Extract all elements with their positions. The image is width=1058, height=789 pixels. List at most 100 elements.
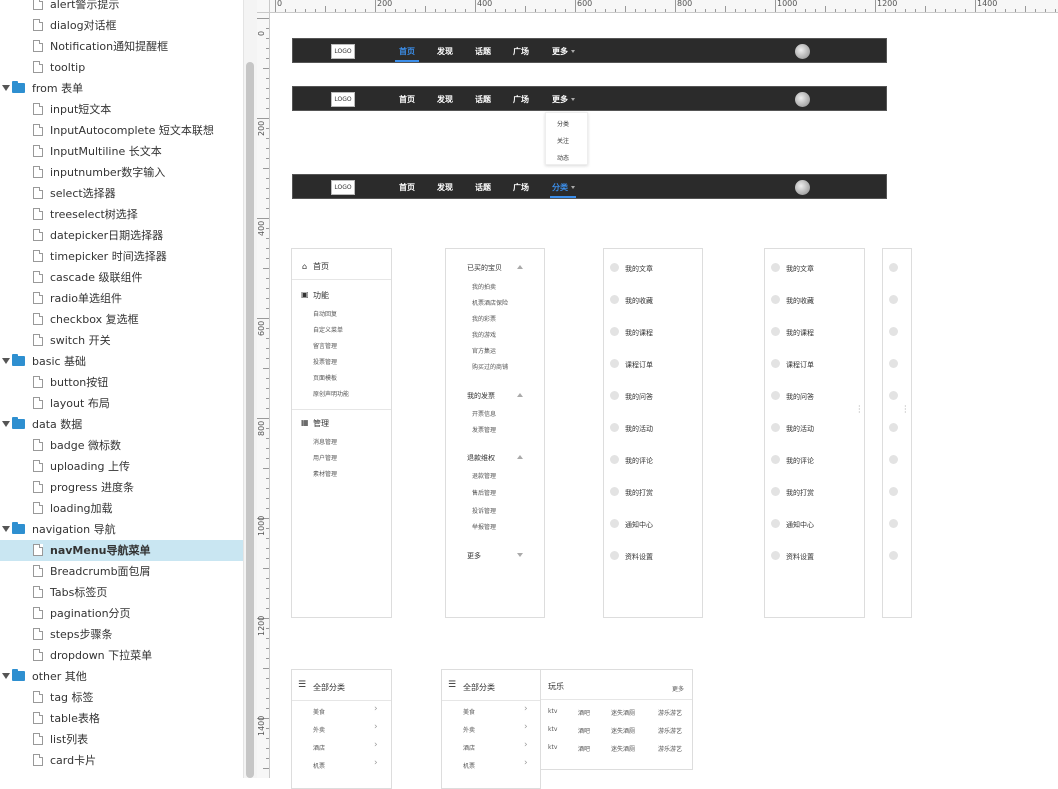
tree-file[interactable]: InputAutocomplete 短文本联想 — [0, 120, 243, 141]
menu-sub-item[interactable]: 发票管理 — [472, 425, 496, 434]
nav-item-more[interactable]: 更多 — [552, 39, 575, 64]
tree-file[interactable]: tooltip — [0, 57, 243, 78]
flyout-link[interactable]: 酒吧 — [578, 708, 590, 717]
menu-item-home[interactable]: 首页 — [313, 261, 329, 272]
tree-file[interactable]: layout 布局 — [0, 393, 243, 414]
dropdown-item-follow[interactable]: 关注 — [557, 136, 569, 145]
menu-item-icon[interactable] — [889, 487, 898, 496]
menu-item[interactable]: 通知中心 — [625, 520, 653, 530]
menu-item-icon[interactable] — [889, 359, 898, 368]
flyout-link[interactable]: ktv — [548, 726, 557, 733]
tree-file[interactable]: Breadcrumb面包屑 — [0, 561, 243, 582]
menu-sub-item[interactable]: 我的游戏 — [472, 330, 496, 339]
tree-file[interactable]: alert警示提示 — [0, 0, 243, 15]
tree-file[interactable]: badge 微标数 — [0, 435, 243, 456]
chevron-up-icon[interactable] — [517, 393, 523, 397]
tree-file[interactable]: uploading 上传 — [0, 456, 243, 477]
nav-item-square[interactable]: 广场 — [513, 39, 529, 64]
menu-item-icon[interactable] — [889, 519, 898, 528]
vertical-ruler[interactable]: 0 200 400 600 800 1000 1200 1400 — [257, 13, 270, 778]
chevron-right-icon[interactable]: › — [374, 758, 378, 768]
menu-item-icon[interactable] — [610, 487, 619, 496]
chevron-right-icon[interactable]: › — [374, 722, 378, 732]
menu-sub-item[interactable]: 购买过的商铺 — [472, 362, 508, 371]
tree-file[interactable]: timepicker 时间选择器 — [0, 246, 243, 267]
nav-item-discover[interactable]: 发现 — [437, 39, 453, 64]
tree-file[interactable]: button按钮 — [0, 372, 243, 393]
dropdown-item-activity[interactable]: 动态 — [557, 153, 569, 162]
menu-item[interactable]: 我的活动 — [786, 424, 814, 434]
menu-item-icon[interactable] — [889, 423, 898, 432]
category-item[interactable]: 酒店 — [463, 743, 475, 752]
flyout-link[interactable]: 游乐游艺 — [658, 744, 682, 753]
flyout-link[interactable]: 迷失酒厕 — [611, 708, 635, 717]
menu-sub-item[interactable]: 举报管理 — [472, 522, 496, 531]
disclosure-triangle-icon[interactable] — [2, 85, 10, 91]
sidebar-scrollbar-thumb[interactable] — [246, 62, 254, 778]
tree-file[interactable]: input短文本 — [0, 99, 243, 120]
flyout-link[interactable]: 游乐游艺 — [658, 708, 682, 717]
menu-item[interactable]: 我的问答 — [625, 392, 653, 402]
tree-file[interactable]: table表格 — [0, 708, 243, 729]
tree-file[interactable]: cascade 级联组件 — [0, 267, 243, 288]
chevron-right-icon[interactable]: › — [524, 758, 528, 768]
menu-item-icon[interactable] — [771, 391, 780, 400]
tree-file[interactable]: tag 标签 — [0, 687, 243, 708]
menu-item[interactable]: 资料设置 — [625, 552, 653, 562]
chevron-right-icon[interactable]: › — [524, 704, 528, 714]
menu-item[interactable]: 我的文章 — [786, 264, 814, 274]
menu-item-icon[interactable] — [771, 423, 780, 432]
menu-item-icon[interactable] — [610, 519, 619, 528]
tree-file[interactable]: switch 开关 — [0, 330, 243, 351]
menu-sub-item[interactable]: 页面模板 — [313, 373, 337, 382]
menu-item-icon[interactable] — [889, 391, 898, 400]
category-item[interactable]: 美食 — [463, 707, 475, 716]
tree-file[interactable]: dropdown 下拉菜单 — [0, 645, 243, 666]
menu-item-icon[interactable] — [610, 551, 619, 560]
tree-file[interactable]: dialog对话框 — [0, 15, 243, 36]
dropdown-item-category[interactable]: 分类 — [557, 119, 569, 128]
tree-file[interactable]: Tabs标签页 — [0, 582, 243, 603]
menu-item-icon[interactable] — [889, 455, 898, 464]
menu-item[interactable]: 我的文章 — [625, 264, 653, 274]
chevron-right-icon[interactable]: › — [524, 722, 528, 732]
menu-item-icon[interactable] — [889, 263, 898, 272]
tree-file[interactable]: steps步骤条 — [0, 624, 243, 645]
tree-folder[interactable]: basic 基础 — [0, 351, 243, 372]
flyout-link[interactable]: 游乐游艺 — [658, 726, 682, 735]
chevron-right-icon[interactable]: › — [524, 740, 528, 750]
menu-sub-item[interactable]: 退款管理 — [472, 471, 496, 480]
menu-group-invoice[interactable]: 我的发票 — [467, 391, 495, 401]
menu-item-icon[interactable] — [771, 327, 780, 336]
menu-sub-item[interactable]: 投诉管理 — [472, 506, 496, 515]
menu-item[interactable]: 资料设置 — [786, 552, 814, 562]
nav-item-more[interactable]: 更多 — [552, 87, 575, 112]
nav-item-discover[interactable]: 发现 — [437, 87, 453, 112]
tree-folder[interactable]: other 其他 — [0, 666, 243, 687]
tree-file[interactable]: Notification通知提醒框 — [0, 36, 243, 57]
menu-item-icon[interactable] — [771, 263, 780, 272]
flyout-link[interactable]: ktv — [548, 744, 557, 751]
menu-sub-item[interactable]: 售后管理 — [472, 488, 496, 497]
menu-item[interactable]: 课程订单 — [786, 360, 814, 370]
menu-item[interactable]: 课程订单 — [625, 360, 653, 370]
category-item[interactable]: 机票 — [463, 761, 475, 770]
tree-file[interactable]: InputMultiline 长文本 — [0, 141, 243, 162]
tree-file[interactable]: treeselect树选择 — [0, 204, 243, 225]
disclosure-triangle-icon[interactable] — [2, 526, 10, 532]
chevron-up-icon[interactable] — [517, 455, 523, 459]
avatar[interactable] — [795, 44, 810, 59]
menu-sub-item[interactable]: 自定义菜单 — [313, 325, 343, 334]
menu-item-icon[interactable] — [610, 391, 619, 400]
menu-item[interactable]: 我的评论 — [786, 456, 814, 466]
tree-file[interactable]: inputnumber数字输入 — [0, 162, 243, 183]
menu-item-icon[interactable] — [771, 551, 780, 560]
flyout-link[interactable]: 酒吧 — [578, 744, 590, 753]
disclosure-triangle-icon[interactable] — [2, 358, 10, 364]
menu-sub-item[interactable]: 消息管理 — [313, 437, 337, 446]
collapse-handle-icon[interactable]: · · · — [858, 403, 861, 417]
menu-item-icon[interactable] — [889, 327, 898, 336]
tree-file[interactable]: loading加载 — [0, 498, 243, 519]
horizontal-ruler[interactable]: 0 200 400 600 800 1000 1200 1400 — [257, 0, 1058, 13]
category-item[interactable]: 外卖 — [313, 725, 325, 734]
